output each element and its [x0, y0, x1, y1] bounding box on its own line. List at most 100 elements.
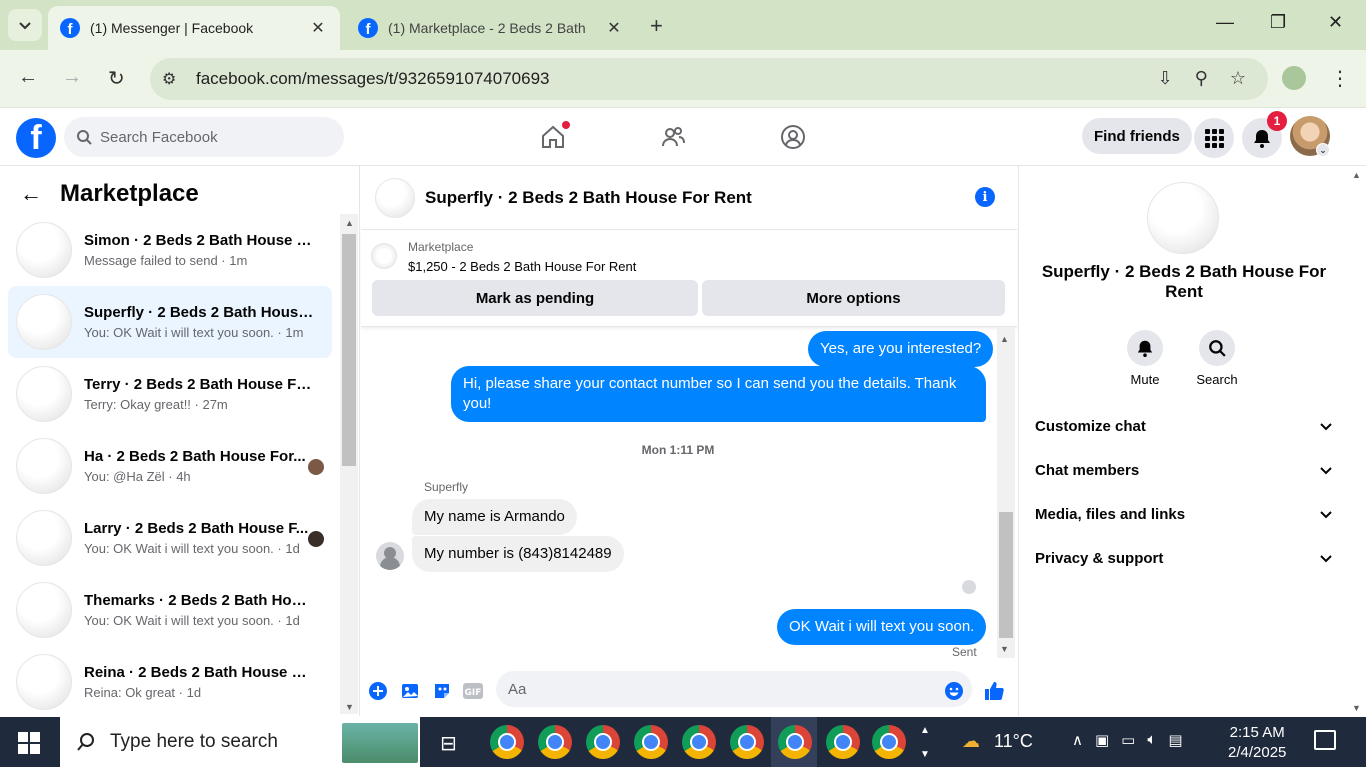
message-bubble-incoming[interactable]: My name is Armando — [412, 499, 577, 535]
search-conversation-button[interactable]: Search — [1187, 330, 1247, 387]
message-scroll-thumb[interactable] — [999, 512, 1013, 638]
bookmark-star-icon[interactable]: ☆ — [1230, 68, 1246, 89]
groups-icon[interactable] — [778, 122, 808, 152]
browser-tab-marketplace[interactable]: f (1) Marketplace - 2 Beds 2 Bath ✕ — [346, 6, 636, 50]
friends-icon[interactable] — [658, 122, 688, 152]
taskbar-overflow-icon[interactable]: ▲ ▼ — [920, 719, 930, 767]
photo-icon[interactable] — [399, 680, 421, 702]
new-tab-icon[interactable]: + — [650, 13, 663, 39]
chat-item-reina[interactable]: Reina · 2 Beds 2 Bath House Fo... Reina:… — [8, 646, 332, 718]
chat-item-terry[interactable]: Terry · 2 Beds 2 Bath House For... Terry… — [8, 358, 332, 430]
avatar — [16, 510, 72, 566]
chrome-app-icon[interactable] — [634, 725, 668, 759]
conversation-title[interactable]: Superfly · 2 Beds 2 Bath House For Rent — [425, 188, 752, 208]
scroll-down-icon[interactable]: ▼ — [1000, 644, 1009, 654]
close-tab-icon[interactable]: ✕ — [604, 18, 624, 38]
chat-list-scroll-thumb[interactable] — [342, 234, 356, 466]
media-files-links-section[interactable]: Media, files and links — [1027, 494, 1341, 534]
page-scrollbar[interactable] — [1348, 166, 1366, 716]
menu-grid-icon[interactable] — [1194, 118, 1234, 158]
tab-title: (1) Marketplace - 2 Beds 2 Bath — [388, 20, 586, 36]
back-icon[interactable]: ← — [18, 66, 38, 89]
chat-item-simon[interactable]: Simon · 2 Beds 2 Bath House F... Message… — [8, 214, 332, 286]
search-icon — [77, 733, 94, 751]
chat-item-themarks[interactable]: Themarks · 2 Beds 2 Bath Hous... You: OK… — [8, 574, 332, 646]
avatar[interactable] — [375, 177, 415, 218]
back-arrow-icon[interactable]: ← — [20, 181, 42, 207]
chat-item-ha[interactable]: Ha · 2 Beds 2 Bath House For... You: @Ha… — [8, 430, 332, 502]
install-app-icon[interactable]: ⇩ — [1158, 68, 1173, 89]
listing-banner: Marketplace $1,250 - 2 Beds 2 Bath House… — [361, 231, 1017, 327]
chevron-down-icon[interactable]: ⌄ — [1316, 143, 1330, 157]
windows-start-icon[interactable] — [18, 732, 40, 754]
address-bar[interactable]: ⚙ facebook.com/messages/t/93265910740706… — [150, 58, 1268, 100]
chrome-app-icon[interactable] — [586, 725, 620, 759]
find-friends-button[interactable]: Find friends — [1082, 118, 1192, 154]
scroll-up-icon[interactable]: ▲ — [1000, 334, 1009, 344]
site-info-icon[interactable]: ⚙ — [162, 69, 192, 89]
chrome-app-icon[interactable] — [778, 725, 812, 759]
notification-center-icon[interactable] — [1314, 730, 1336, 750]
sender-name: Superfly — [424, 480, 469, 494]
chat-details-name: Superfly · 2 Beds 2 Bath House For Rent — [1041, 262, 1327, 301]
task-view-icon[interactable]: ⊟ — [440, 731, 457, 756]
mute-button[interactable]: Mute — [1115, 330, 1175, 387]
forward-icon[interactable]: → — [62, 66, 82, 89]
emoji-icon[interactable] — [943, 680, 965, 702]
chat-item-superfly[interactable]: Superfly · 2 Beds 2 Bath House ... You: … — [8, 286, 332, 358]
show-hidden-icons-icon[interactable]: ∧ — [1072, 731, 1083, 749]
thumbs-up-icon[interactable] — [983, 680, 1005, 702]
weather-widget[interactable]: ☁ 11°C — [962, 731, 1033, 752]
chrome-app-icon[interactable] — [538, 725, 572, 759]
sticker-icon[interactable] — [431, 680, 453, 702]
chrome-app-icon[interactable] — [872, 725, 906, 759]
chat-members-section[interactable]: Chat members — [1027, 450, 1341, 490]
facebook-search[interactable] — [64, 117, 344, 157]
plus-circle-icon[interactable] — [367, 680, 389, 702]
listing-thumbnail[interactable] — [371, 243, 397, 269]
scroll-up-icon[interactable]: ▲ — [1352, 170, 1361, 180]
battery-icon[interactable]: ▭ — [1121, 731, 1135, 749]
url-text[interactable]: facebook.com/messages/t/9326591074070693 — [196, 69, 549, 89]
chrome-app-icon[interactable] — [682, 725, 716, 759]
more-options-button[interactable]: More options — [702, 280, 1005, 316]
message-bubble-outgoing[interactable]: Yes, are you interested? — [808, 331, 994, 367]
search-highlight-image[interactable] — [342, 723, 418, 763]
close-window-icon[interactable]: ✕ — [1328, 12, 1343, 33]
avatar[interactable] — [1147, 182, 1219, 254]
gif-icon[interactable]: GIF — [462, 680, 484, 702]
zoom-icon[interactable]: ⚲ — [1195, 68, 1208, 89]
taskbar-clock[interactable]: 2:15 AM 2/4/2025 — [1228, 723, 1286, 763]
network-icon[interactable]: ▤ — [1168, 731, 1182, 749]
scroll-down-icon[interactable]: ▼ — [345, 702, 354, 712]
tab-title: (1) Messenger | Facebook — [90, 20, 254, 36]
chrome-app-icon[interactable] — [826, 725, 860, 759]
mark-as-pending-button[interactable]: Mark as pending — [372, 280, 698, 316]
volume-icon[interactable]: 🔈︎ — [1147, 731, 1156, 749]
chrome-app-icon[interactable] — [490, 725, 524, 759]
customize-chat-section[interactable]: Customize chat — [1027, 406, 1341, 446]
info-icon[interactable]: i — [975, 187, 995, 207]
camera-icon[interactable]: ▣ — [1095, 731, 1109, 749]
message-bubble-outgoing[interactable]: OK Wait i will text you soon. — [777, 609, 987, 645]
chat-item-larry[interactable]: Larry · 2 Beds 2 Bath House F... You: OK… — [8, 502, 332, 574]
scroll-down-icon[interactable]: ▼ — [1352, 703, 1361, 713]
browser-menu-icon[interactable]: ⋮ — [1330, 66, 1350, 91]
message-input[interactable] — [496, 671, 972, 707]
privacy-support-section[interactable]: Privacy & support — [1027, 538, 1341, 578]
chrome-app-icon[interactable] — [730, 725, 764, 759]
facebook-logo-icon[interactable]: f — [16, 118, 56, 158]
message-bubble-incoming[interactable]: My number is (843)8142489 — [412, 536, 624, 572]
browser-tab-messenger[interactable]: f (1) Messenger | Facebook ✕ — [48, 6, 340, 50]
tab-search-button[interactable] — [8, 9, 42, 41]
message-bubble-outgoing[interactable]: Hi, please share your contact number so … — [451, 366, 986, 422]
scroll-up-icon[interactable]: ▲ — [345, 218, 354, 228]
listing-title[interactable]: $1,250 - 2 Beds 2 Bath House For Rent — [408, 259, 636, 274]
restore-icon[interactable]: ❐ — [1270, 12, 1286, 33]
sender-avatar[interactable] — [376, 542, 404, 570]
close-tab-icon[interactable]: ✕ — [308, 18, 328, 38]
browser-profile-icon[interactable] — [1282, 66, 1306, 90]
search-input[interactable] — [100, 128, 320, 146]
minimize-icon[interactable]: — — [1216, 12, 1234, 33]
reload-icon[interactable]: ↻ — [108, 66, 125, 91]
